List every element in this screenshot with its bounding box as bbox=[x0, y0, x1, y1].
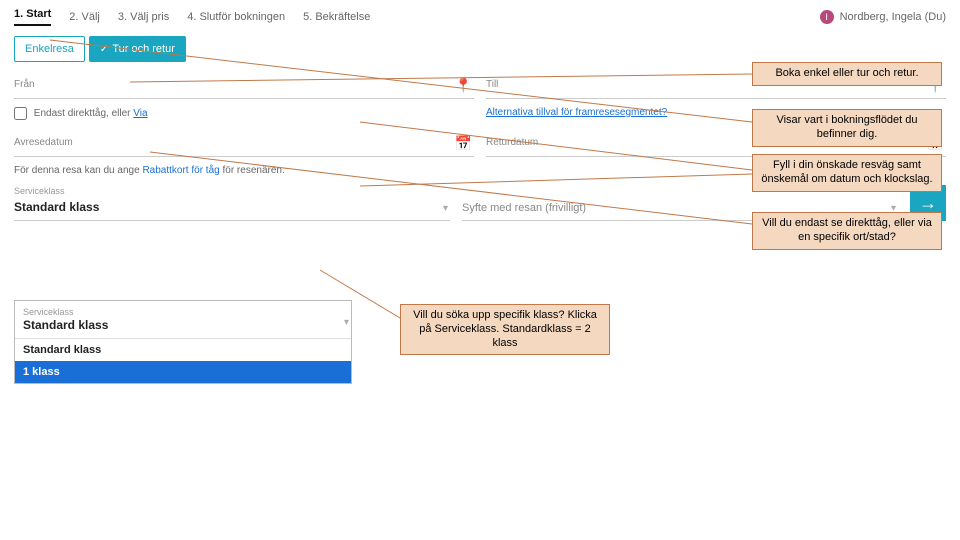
step-pris[interactable]: 3. Välj pris bbox=[118, 11, 169, 23]
serviceklass-select[interactable]: Serviceklass Standard klass ▾ bbox=[14, 184, 450, 221]
chevron-down-icon: ▾ bbox=[344, 317, 349, 328]
user-name: Nordberg, Ingela (Du) bbox=[840, 11, 946, 23]
serviceklass-label: Serviceklass bbox=[14, 186, 450, 196]
callout-progress: Visar vart i bokningsflödet du befinner … bbox=[752, 109, 942, 147]
calendar-icon: 📅 bbox=[455, 135, 472, 152]
dropdown-label: Serviceklass bbox=[23, 307, 74, 317]
progress-steps: 1. Start 2. Välj 3. Välj pris 4. Slutför… bbox=[0, 0, 960, 30]
step-bekraftelse[interactable]: 5. Bekräftelse bbox=[303, 11, 370, 23]
syfte-hint: (frivilligt) bbox=[545, 202, 586, 214]
user-block[interactable]: I Nordberg, Ingela (Du) bbox=[820, 10, 946, 24]
callout-serviceklass: Vill du söka upp specifik klass? Klicka … bbox=[400, 304, 610, 355]
direct-hint: Endast direkttåg, eller Via bbox=[14, 107, 474, 120]
from-label: Från bbox=[14, 79, 35, 90]
callout-route: Fyll i din önskade resväg samt önskemål … bbox=[752, 154, 942, 192]
direct-checkbox[interactable] bbox=[14, 107, 27, 120]
check-icon: ✓ bbox=[100, 44, 108, 55]
step-start[interactable]: 1. Start bbox=[14, 8, 51, 26]
callout-direct: Vill du endast se direkttåg, eller via e… bbox=[752, 212, 942, 250]
tab-turochretur-label: Tur och retur bbox=[112, 43, 175, 55]
dropdown-header[interactable]: Serviceklass Standard klass ▾ bbox=[15, 301, 351, 339]
direct-text: Endast direkttåg, eller bbox=[34, 108, 131, 119]
via-link[interactable]: Via bbox=[133, 108, 147, 119]
dropdown-current: Standard klass bbox=[23, 318, 343, 332]
tab-enkelresa[interactable]: Enkelresa bbox=[14, 36, 85, 62]
rabattkort-link[interactable]: Rabattkort för tåg bbox=[142, 165, 219, 176]
avresedatum-field[interactable]: Avresedatum 📅 bbox=[14, 128, 474, 157]
arrow-right-icon: → bbox=[919, 193, 937, 214]
serviceklass-value: Standard klass bbox=[14, 200, 99, 214]
tab-turochretur[interactable]: ✓ Tur och retur bbox=[89, 36, 186, 62]
dropdown-option-1klass[interactable]: 1 klass bbox=[15, 361, 351, 383]
step-slutfor[interactable]: 4. Slutför bokningen bbox=[187, 11, 285, 23]
trip-type-tabs: Enkelresa ✓ Tur och retur bbox=[0, 36, 960, 62]
avresedatum-label: Avresedatum bbox=[14, 137, 73, 148]
callout-trip-type: Boka enkel eller tur och retur. bbox=[752, 62, 942, 86]
to-label: Till bbox=[486, 79, 498, 90]
syfte-label: Syfte med resan bbox=[462, 202, 542, 214]
pin-icon: 📍 bbox=[455, 77, 472, 94]
from-field[interactable]: Från 📍 bbox=[14, 70, 474, 99]
chevron-down-icon: ▾ bbox=[443, 203, 448, 214]
returdatum-label: Returdatum bbox=[486, 137, 538, 148]
tab-enkelresa-label: Enkelresa bbox=[25, 43, 74, 55]
avatar: I bbox=[820, 10, 834, 24]
dropdown-option-standard[interactable]: Standard klass bbox=[15, 339, 351, 361]
step-valj[interactable]: 2. Välj bbox=[69, 11, 100, 23]
alt-link[interactable]: Alternativa tillval för framresesegmente… bbox=[486, 107, 667, 118]
serviceklass-dropdown: Serviceklass Standard klass ▾ Standard k… bbox=[14, 300, 352, 384]
